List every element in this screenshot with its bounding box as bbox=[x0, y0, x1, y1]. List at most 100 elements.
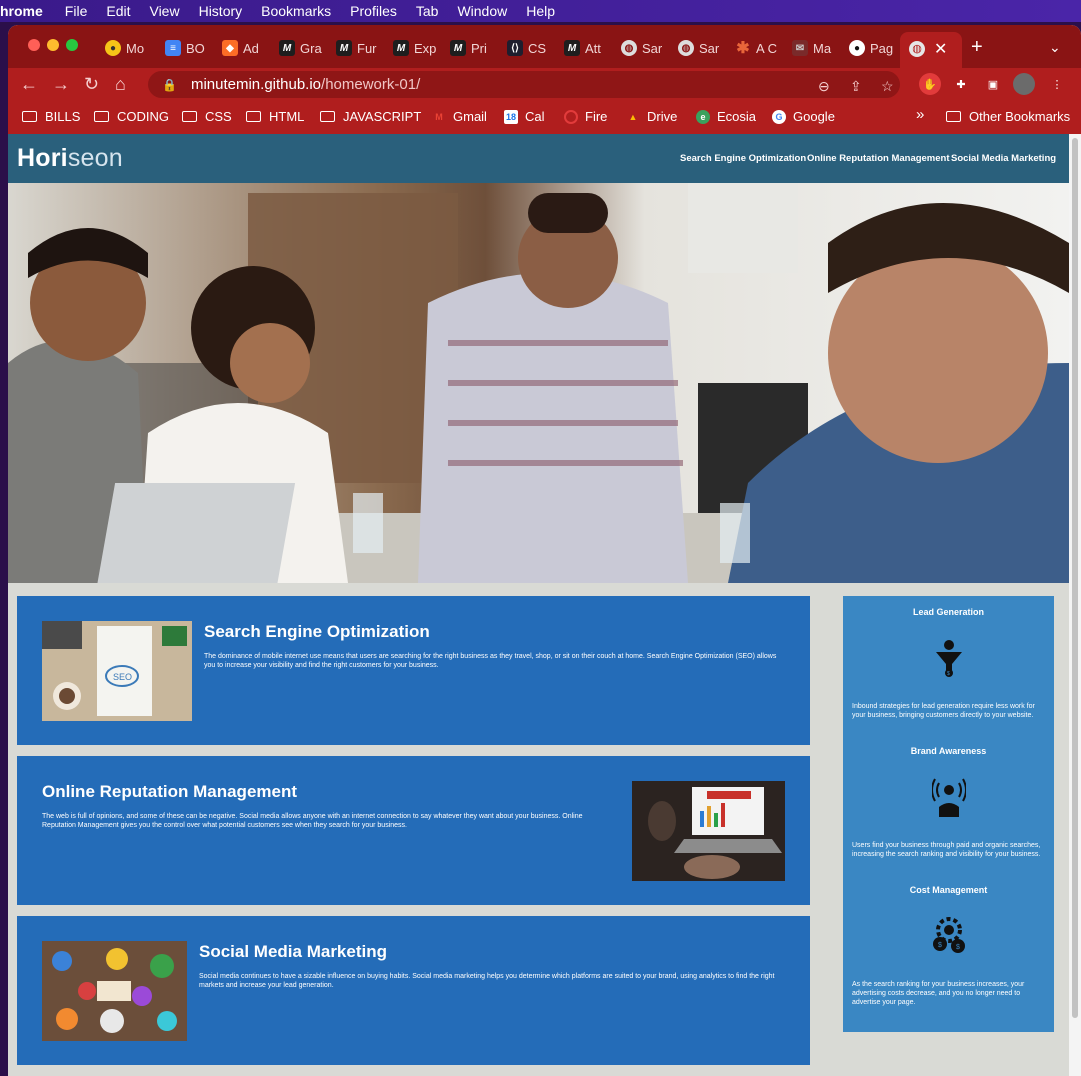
bookmark-folder-javascript[interactable]: JAVASCRIPT bbox=[320, 109, 421, 124]
tab[interactable]: ● Pag bbox=[849, 37, 893, 59]
social-illustration bbox=[42, 941, 187, 1041]
section-text: Social media continues to have a sizable… bbox=[199, 973, 775, 989]
tab-active[interactable]: ◍ bbox=[900, 32, 962, 68]
google-icon: G bbox=[772, 109, 786, 124]
menu-file[interactable]: File bbox=[65, 3, 88, 19]
menu-window[interactable]: Window bbox=[457, 3, 507, 19]
ecosia-icon: e bbox=[696, 109, 710, 124]
puzzle-extensions-icon[interactable]: ✚ bbox=[950, 73, 972, 95]
tab[interactable]: ✱ A C bbox=[735, 37, 779, 59]
section-seo: SEO Search Engine Optimization The domin… bbox=[17, 596, 810, 745]
tab[interactable]: M Att bbox=[564, 37, 608, 59]
menu-help[interactable]: Help bbox=[526, 3, 555, 19]
benefit-title: Brand Awareness bbox=[910, 746, 987, 756]
tab-strip: ● Mo ≡ BO ◆ Ad M Gra M Fur M Exp M Pri ⟨⟩ CS M At… bbox=[8, 25, 1081, 68]
zoom-window-button[interactable] bbox=[66, 39, 78, 51]
tab[interactable]: M Fur bbox=[336, 37, 380, 59]
svg-text:$: $ bbox=[947, 671, 950, 677]
menu-bookmarks[interactable]: Bookmarks bbox=[261, 3, 331, 19]
tab[interactable]: M Gra bbox=[279, 37, 323, 59]
profile-avatar[interactable] bbox=[1013, 73, 1035, 95]
section-reputation: Online Reputation Management The web is … bbox=[17, 756, 810, 905]
benefit-title: Cost Management bbox=[909, 885, 988, 895]
menu-view[interactable]: View bbox=[149, 3, 179, 19]
nav-link-reputation[interactable]: Online Reputation Management bbox=[807, 153, 950, 164]
hand-extension-icon[interactable]: ✋ bbox=[919, 73, 941, 95]
tab[interactable]: ◍ Sar bbox=[621, 37, 665, 59]
bookmarks-bar: BILLS CODING CSS HTML JAVASCRIPT M Gmail … bbox=[8, 101, 1081, 134]
address-bar[interactable]: 🔒 minutemin.github.io/homework-01/ ⊖ ⇪ ☆ bbox=[148, 71, 900, 98]
tab[interactable]: M Pri bbox=[450, 37, 494, 59]
section-title: Online Reputation Management bbox=[42, 782, 298, 801]
tab-search-chevron-icon[interactable]: ⌄ bbox=[1049, 39, 1061, 56]
bookmark-ecosia[interactable]: e Ecosia bbox=[696, 109, 756, 124]
tab[interactable]: ◆ Ad bbox=[222, 37, 266, 59]
minimize-window-button[interactable] bbox=[47, 39, 59, 51]
m-icon: M bbox=[450, 40, 466, 56]
tab[interactable]: ◍ Sar bbox=[678, 37, 722, 59]
section-text: The web is full of opinions, and some of… bbox=[42, 813, 583, 829]
menu-tab[interactable]: Tab bbox=[416, 3, 439, 19]
bookmark-drive[interactable]: ▲ Drive bbox=[626, 109, 678, 124]
section-title: Social Media Marketing bbox=[199, 942, 387, 961]
bookmark-folder-bills[interactable]: BILLS bbox=[22, 109, 80, 124]
m-icon: M bbox=[279, 40, 295, 56]
zoom-icon[interactable]: ⊖ bbox=[818, 78, 830, 95]
svg-text:$: $ bbox=[956, 944, 960, 951]
bookmark-folder-coding[interactable]: CODING bbox=[94, 109, 169, 124]
share-icon[interactable]: ⇪ bbox=[850, 78, 862, 95]
tab[interactable]: ✉ Ma bbox=[792, 37, 836, 59]
close-window-button[interactable] bbox=[28, 39, 40, 51]
menu-profiles[interactable]: Profiles bbox=[350, 3, 397, 19]
browser-window: ● Mo ≡ BO ◆ Ad M Gra M Fur M Exp M Pri ⟨⟩ CS M At… bbox=[8, 25, 1081, 1076]
tab[interactable]: M Exp bbox=[393, 37, 437, 59]
tab[interactable]: ≡ BO bbox=[165, 37, 209, 59]
nav-link-seo[interactable]: Search Engine Optimization bbox=[680, 153, 806, 164]
reload-icon[interactable]: ↻ bbox=[84, 74, 99, 95]
menu-history[interactable]: History bbox=[199, 3, 243, 19]
other-bookmarks[interactable]: Other Bookmarks bbox=[946, 109, 1070, 124]
bookmark-google[interactable]: G Google bbox=[772, 109, 835, 124]
svg-text:$: $ bbox=[938, 942, 942, 949]
menu-edit[interactable]: Edit bbox=[106, 3, 130, 19]
browser-toolbar: ← → ↻ ⌂ 🔒 minutemin.github.io/homework-0… bbox=[8, 68, 1081, 101]
bookmark-gmail[interactable]: M Gmail bbox=[432, 109, 487, 124]
section-social: Social Media Marketing Social media cont… bbox=[17, 916, 810, 1065]
broadcast-person-icon bbox=[932, 778, 966, 817]
bookmarks-overflow-icon[interactable]: » bbox=[916, 106, 924, 123]
site-header: Horiseon Search Engine Optimization Onli… bbox=[8, 134, 1069, 183]
sidebar-icon[interactable]: ▣ bbox=[982, 73, 1004, 95]
bookmark-star-icon[interactable]: ☆ bbox=[881, 78, 894, 95]
forward-arrow-icon[interactable]: → bbox=[52, 74, 70, 95]
bookmark-cal[interactable]: 18 Cal bbox=[504, 109, 545, 124]
m-icon: M bbox=[564, 40, 580, 56]
close-tab-icon[interactable]: ✕ bbox=[934, 39, 947, 59]
home-icon[interactable]: ⌂ bbox=[115, 74, 126, 95]
folder-icon bbox=[246, 111, 261, 122]
folder-icon bbox=[94, 111, 109, 122]
gitlab-icon: ◆ bbox=[222, 40, 238, 56]
benefit-text: Inbound strategies for lead generation r… bbox=[852, 703, 1035, 719]
tab[interactable]: ● Mo bbox=[105, 37, 151, 59]
new-tab-button[interactable]: + bbox=[971, 36, 983, 59]
bookmark-folder-html[interactable]: HTML bbox=[246, 109, 304, 124]
svg-text:SEO: SEO bbox=[113, 672, 132, 682]
more-menu-icon[interactable]: ⋮ bbox=[1046, 73, 1068, 95]
lime-icon: ● bbox=[105, 40, 121, 56]
nav-link-social[interactable]: Social Media Marketing bbox=[951, 153, 1056, 164]
gear-money-icon: $ $ bbox=[933, 917, 965, 953]
scrollbar-thumb[interactable] bbox=[1072, 138, 1078, 1018]
url-path: /homework-01/ bbox=[321, 76, 421, 93]
back-arrow-icon[interactable]: ← bbox=[20, 74, 38, 95]
bookmark-folder-css[interactable]: CSS bbox=[182, 109, 232, 124]
benefit-text: As the search ranking for your business … bbox=[852, 981, 1025, 1006]
bookmark-fire[interactable]: Fire bbox=[564, 109, 607, 124]
section-text: The dominance of mobile internet use mea… bbox=[204, 653, 777, 669]
menu-app-name[interactable]: hrome bbox=[0, 3, 43, 19]
page-scrollbar[interactable] bbox=[1069, 134, 1081, 1076]
lock-icon[interactable]: 🔒 bbox=[162, 78, 177, 92]
github-icon: ● bbox=[849, 40, 865, 56]
benefit-text: Users find your business through paid an… bbox=[852, 842, 1041, 858]
tab[interactable]: ⟨⟩ CS bbox=[507, 37, 551, 59]
globe-icon: ◍ bbox=[678, 40, 694, 56]
